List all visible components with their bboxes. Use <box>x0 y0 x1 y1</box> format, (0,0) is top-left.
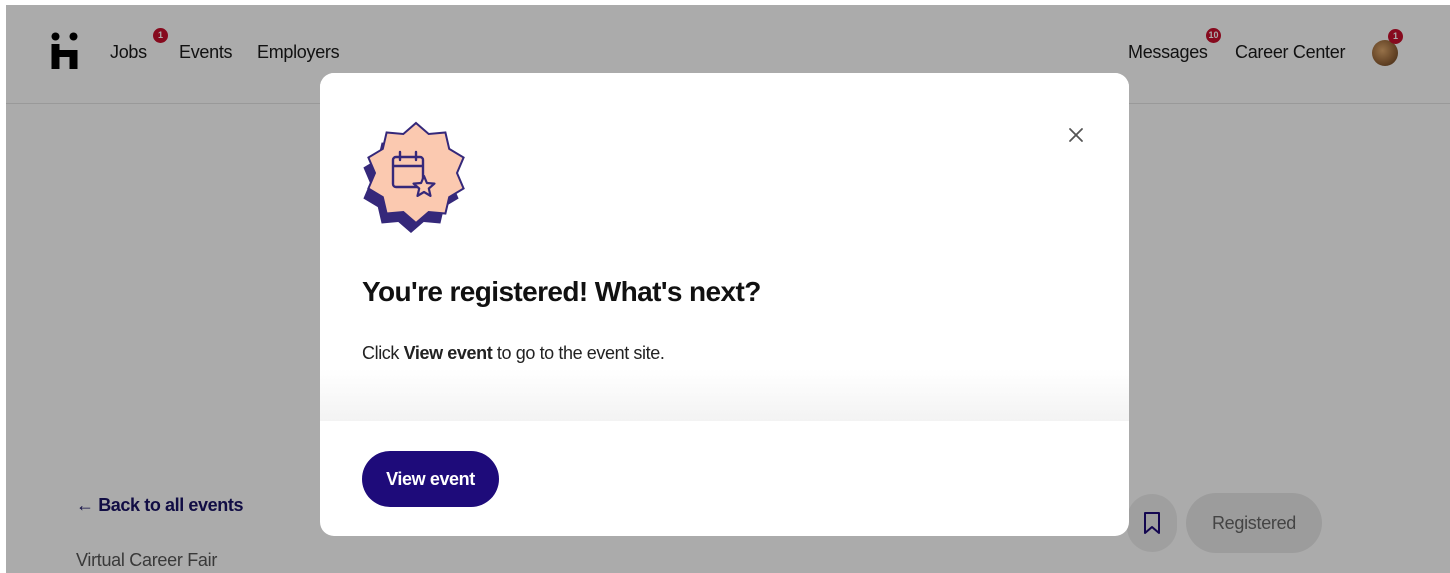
dialog-message-suffix: to go to the event site. <box>492 343 665 363</box>
dialog-message-prefix: Click <box>362 343 404 363</box>
dialog-title: You're registered! What's next? <box>362 276 761 307</box>
dialog-body: You're registered! What's next? Click Vi… <box>320 73 1129 421</box>
dialog-message: Click View event to go to the event site… <box>362 343 665 364</box>
view-event-button[interactable]: View event <box>362 451 499 507</box>
close-icon[interactable] <box>1061 120 1091 150</box>
page: Jobs 1 Events Employers Messages 10 Care… <box>6 5 1450 573</box>
dialog-message-emphasis: View event <box>403 343 493 363</box>
registration-confirmation-dialog: You're registered! What's next? Click Vi… <box>320 73 1129 536</box>
calendar-star-icon <box>363 121 465 233</box>
